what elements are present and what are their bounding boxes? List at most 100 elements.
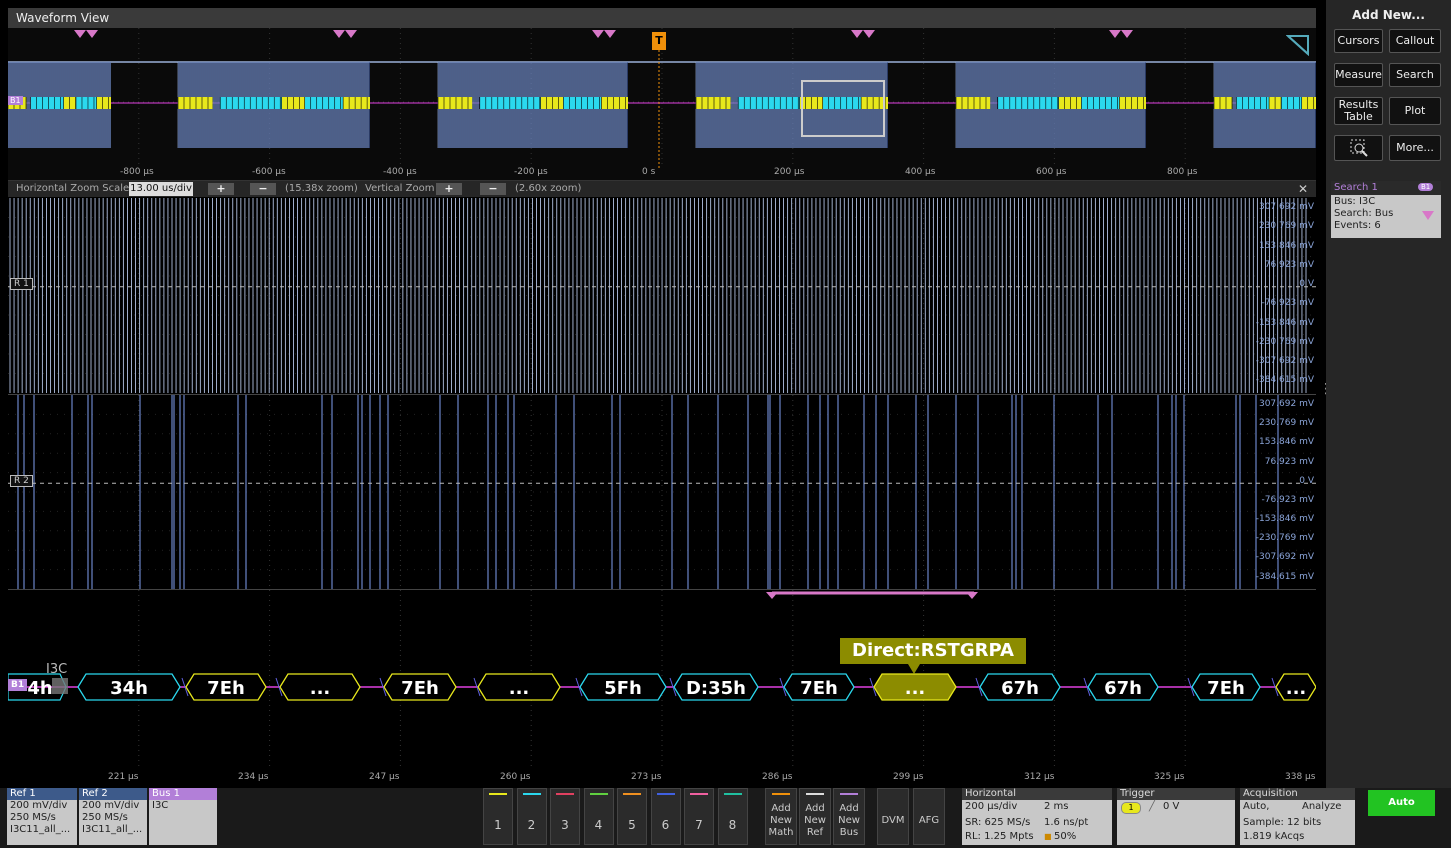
bus-packet[interactable]: ... xyxy=(473,673,561,701)
dvm-button[interactable]: DVM xyxy=(877,788,909,845)
horizontal-record-length: RL: 1.25 Mpts xyxy=(965,831,1034,842)
results-table-button[interactable]: Results Table xyxy=(1334,97,1383,125)
vertical-scale-label: 76.923 mV xyxy=(1264,259,1314,270)
plot-button[interactable]: Plot xyxy=(1389,97,1441,125)
channel-number: 7 xyxy=(695,818,703,832)
horizontal-badge[interactable]: Horizontal 200 µs/div 2 ms SR: 625 MS/s … xyxy=(962,788,1112,845)
more-button[interactable]: More... xyxy=(1389,135,1441,161)
channel-4-button[interactable]: 4 xyxy=(583,788,614,845)
channel-6-button[interactable]: 6 xyxy=(650,788,681,845)
channel-color-bar xyxy=(723,793,742,795)
channel-5-button[interactable]: 5 xyxy=(617,788,647,845)
channel-3-button[interactable]: 3 xyxy=(550,788,580,845)
ref2-file: I3C11_all_... xyxy=(82,824,143,835)
ref1-rate: 250 MS/s xyxy=(10,812,56,823)
channel-1-button[interactable]: 1 xyxy=(483,788,513,845)
ref2-title: Ref 2 xyxy=(79,788,147,800)
horizontal-zoom-out-button[interactable]: − xyxy=(250,183,276,195)
bus-packet[interactable]: ... xyxy=(869,673,957,701)
bus-packet-text: D:35h xyxy=(686,678,746,699)
search-bus-text: Bus: I3C xyxy=(1334,196,1376,207)
bus-packet[interactable]: 7Eh xyxy=(181,673,267,701)
afg-button[interactable]: AFG xyxy=(913,788,945,845)
bus-packet[interactable]: 7Eh xyxy=(1187,673,1261,701)
overview-tick-label: -200 µs xyxy=(514,167,548,177)
ref1-waveform-pane[interactable]: R 1 307.692 mV 230.769 mV 153.846 mV 76.923… xyxy=(8,198,1316,393)
ref-edges xyxy=(9,198,1307,393)
ref2-rate: 250 MS/s xyxy=(82,812,128,823)
callout-pointer xyxy=(908,664,920,674)
bus-packet[interactable]: ... xyxy=(275,673,361,701)
horizontal-zoom-label: Horizontal Zoom Scale xyxy=(16,183,130,194)
bus-packet[interactable]: 5Fh xyxy=(575,673,667,701)
horizontal-zoom-in-button[interactable]: + xyxy=(208,183,234,195)
bus-packet[interactable]: 67h xyxy=(1083,673,1159,701)
cursors-button[interactable]: Cursors xyxy=(1334,29,1383,53)
close-zoom-icon[interactable]: ✕ xyxy=(1298,181,1308,197)
dvm-label: DVM xyxy=(881,815,905,826)
trigger-source-badge: 1 xyxy=(1121,802,1141,814)
ref2-waveform xyxy=(8,395,1316,589)
zoom-bar: Horizontal Zoom Scale 13.00 us/div + − (… xyxy=(8,181,1316,197)
bus-decode-pane[interactable]: 4h 34h 7Eh... 7Eh... 5Fh D:35h 7Eh... 67h 67h 7Eh… xyxy=(7,589,1317,787)
auto-run-button[interactable]: Auto xyxy=(1368,790,1435,816)
search-marker-icon xyxy=(74,30,86,38)
acquisition-badge[interactable]: Acquisition Auto, Analyze Sample: 12 bit… xyxy=(1240,788,1355,845)
overview-burst xyxy=(437,62,628,148)
acquisition-analyze: Analyze xyxy=(1302,801,1342,812)
bus-b1-badge[interactable]: B1 xyxy=(8,679,28,691)
vertical-scale-label: -384.615 mV xyxy=(1255,571,1314,582)
trigger-marker[interactable]: T xyxy=(652,32,666,50)
acquisition-mode: Auto, xyxy=(1243,801,1270,812)
measure-button[interactable]: Measure xyxy=(1334,63,1383,87)
callout-button[interactable]: Callout xyxy=(1389,29,1441,53)
bus-packet[interactable]: D:35h xyxy=(669,673,759,701)
acquisition-sample: Sample: 12 bits xyxy=(1243,817,1322,828)
bus-packet-text: 5Fh xyxy=(604,678,642,699)
vertical-scale-label: 307.692 mV xyxy=(1258,202,1314,212)
ref1-channel-marker[interactable]: R 1 xyxy=(10,278,33,290)
bus-packet[interactable]: 7Eh xyxy=(779,673,855,701)
channel-7-button[interactable]: 7 xyxy=(684,788,714,845)
search-marker-icon xyxy=(1121,30,1133,38)
search-1-card[interactable]: Search 1 B1 Bus: I3C Search: Bus Events:… xyxy=(1331,181,1441,238)
add-new-ref-button[interactable]: Add New Ref xyxy=(799,788,831,845)
horizontal-resolution: 1.6 ns/pt xyxy=(1044,817,1089,828)
bus-time-tick-label: 234 µs xyxy=(238,772,269,782)
overview-tick-label: -400 µs xyxy=(383,167,417,177)
bus-packet[interactable]: 34h xyxy=(77,673,181,701)
overview-corner-icon[interactable] xyxy=(1286,34,1310,56)
channel-color-bar xyxy=(690,793,708,795)
channel-2-button[interactable]: 2 xyxy=(516,788,547,845)
ref2-waveform-pane[interactable]: R 2 307.692 mV 230.769 mV 153.846 mV 76.923… xyxy=(8,394,1316,589)
vertical-scale-label: 0 V xyxy=(1299,475,1314,486)
ref2-badge[interactable]: Ref 2 200 mV/div 250 MS/s I3C11_all_... xyxy=(79,788,147,845)
search-events-text: Events: 6 xyxy=(1334,220,1381,231)
zoom-region-button[interactable] xyxy=(1334,135,1383,161)
ref2-channel-marker[interactable]: R 2 xyxy=(10,475,33,487)
bus-packet[interactable]: 7Eh xyxy=(379,673,457,701)
bus-time-tick-label: 312 µs xyxy=(1024,772,1055,782)
horizontal-zoom-value[interactable]: 13.00 us/div xyxy=(129,182,193,196)
bus-packet[interactable]: ... xyxy=(1271,673,1317,701)
search-marker-icon xyxy=(863,30,875,38)
vertical-scale-label: -153.846 mV xyxy=(1255,514,1314,524)
ref1-waveform xyxy=(8,198,1316,393)
trigger-badge[interactable]: Trigger 1 ╱ 0 V xyxy=(1117,788,1235,845)
overview-waveform[interactable] xyxy=(7,28,1316,180)
add-new-math-button[interactable]: Add New Math xyxy=(765,788,797,845)
overview-tick-label: 0 s xyxy=(642,167,656,177)
vertical-zoom-in-button[interactable]: + xyxy=(436,183,462,195)
add-new-bus-button[interactable]: Add New Bus xyxy=(833,788,865,845)
vertical-zoom-out-button[interactable]: − xyxy=(480,183,506,195)
channel-8-button[interactable]: 8 xyxy=(717,788,748,845)
bus1-badge[interactable]: Bus 1 I3C xyxy=(149,788,217,845)
zoom-box[interactable] xyxy=(801,80,885,137)
search-button[interactable]: Search xyxy=(1389,63,1441,87)
callout-label[interactable]: Direct:RSTGRPA xyxy=(840,638,1026,664)
channel-number: 5 xyxy=(628,818,636,832)
overview-pane[interactable]: T B1 -800 µs -600 µs -400 µs -200 µs 0 s 200 … xyxy=(7,28,1316,181)
ref1-badge[interactable]: Ref 1 200 mV/div 250 MS/s I3C11_all_... xyxy=(7,788,77,845)
bus-packet[interactable]: 67h xyxy=(975,673,1061,701)
vertical-scale-label: 307.692 mV xyxy=(1258,399,1314,409)
